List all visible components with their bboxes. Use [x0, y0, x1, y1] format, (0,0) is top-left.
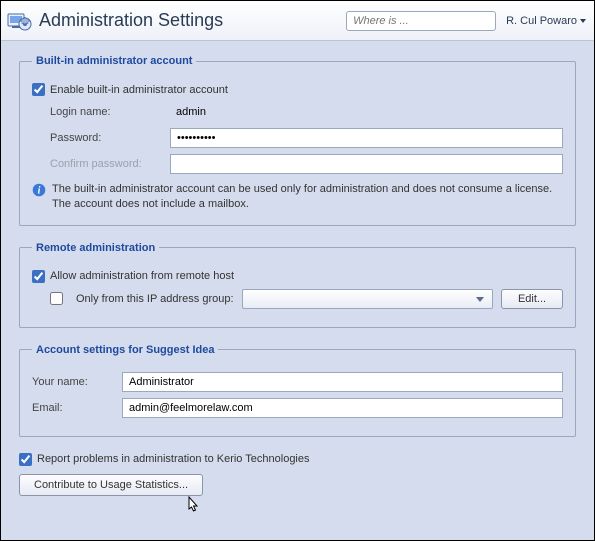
report-problems-label: Report problems in administration to Ker…: [37, 453, 310, 465]
password-label: Password:: [50, 132, 170, 144]
report-problems-checkbox[interactable]: [19, 453, 32, 466]
group-remote-admin-title: Remote administration: [32, 242, 159, 254]
group-builtin-admin: Built-in administrator account Enable bu…: [19, 55, 576, 226]
info-icon: i: [32, 183, 46, 197]
group-suggest-idea-title: Account settings for Suggest Idea: [32, 344, 218, 356]
only-ip-label: Only from this IP address group:: [76, 293, 234, 305]
user-name-label: R. Cul Powaro: [506, 15, 577, 27]
email-label: Email:: [32, 402, 122, 414]
group-suggest-idea: Account settings for Suggest Idea Your n…: [19, 344, 576, 437]
contribute-row: Contribute to Usage Statistics...: [19, 474, 576, 496]
admin-settings-window: Administration Settings R. Cul Powaro Bu…: [0, 0, 595, 541]
search-input[interactable]: [346, 11, 496, 31]
login-label: Login name:: [50, 106, 170, 118]
email-input[interactable]: [122, 398, 563, 418]
app-icon: [7, 8, 33, 34]
enable-admin-label: Enable built-in administrator account: [50, 84, 228, 96]
edit-button[interactable]: Edit...: [501, 289, 563, 309]
svg-text:i: i: [38, 186, 41, 197]
info-row: i The built-in administrator account can…: [32, 182, 563, 213]
allow-remote-row: Allow administration from remote host: [32, 270, 563, 283]
allow-remote-label: Allow administration from remote host: [50, 270, 234, 282]
yourname-label: Your name:: [32, 376, 122, 388]
group-remote-admin: Remote administration Allow administrati…: [19, 242, 576, 328]
page-title: Administration Settings: [39, 10, 223, 31]
contribute-button[interactable]: Contribute to Usage Statistics...: [19, 474, 203, 496]
login-value: [170, 102, 563, 122]
allow-remote-checkbox[interactable]: [32, 270, 45, 283]
confirm-row: Confirm password:: [32, 154, 563, 174]
report-problems-row: Report problems in administration to Ker…: [19, 453, 576, 466]
enable-admin-row: Enable built-in administrator account: [32, 83, 563, 96]
ip-group-select[interactable]: [242, 289, 493, 309]
yourname-row: Your name:: [32, 372, 563, 392]
info-text: The built-in administrator account can b…: [52, 182, 563, 213]
yourname-input[interactable]: [122, 372, 563, 392]
enable-admin-checkbox[interactable]: [32, 83, 45, 96]
confirm-label: Confirm password:: [50, 158, 170, 170]
confirm-input[interactable]: [170, 154, 563, 174]
login-row: Login name:: [32, 102, 563, 122]
password-input[interactable]: [170, 128, 563, 148]
password-row: Password:: [32, 128, 563, 148]
user-menu[interactable]: R. Cul Powaro: [506, 15, 586, 27]
only-ip-checkbox[interactable]: [50, 292, 63, 305]
content-area: Built-in administrator account Enable bu…: [1, 41, 594, 540]
email-row: Email:: [32, 398, 563, 418]
group-builtin-admin-title: Built-in administrator account: [32, 55, 196, 67]
titlebar: Administration Settings R. Cul Powaro: [1, 1, 594, 41]
only-ip-row: Only from this IP address group: Edit...: [32, 289, 563, 309]
